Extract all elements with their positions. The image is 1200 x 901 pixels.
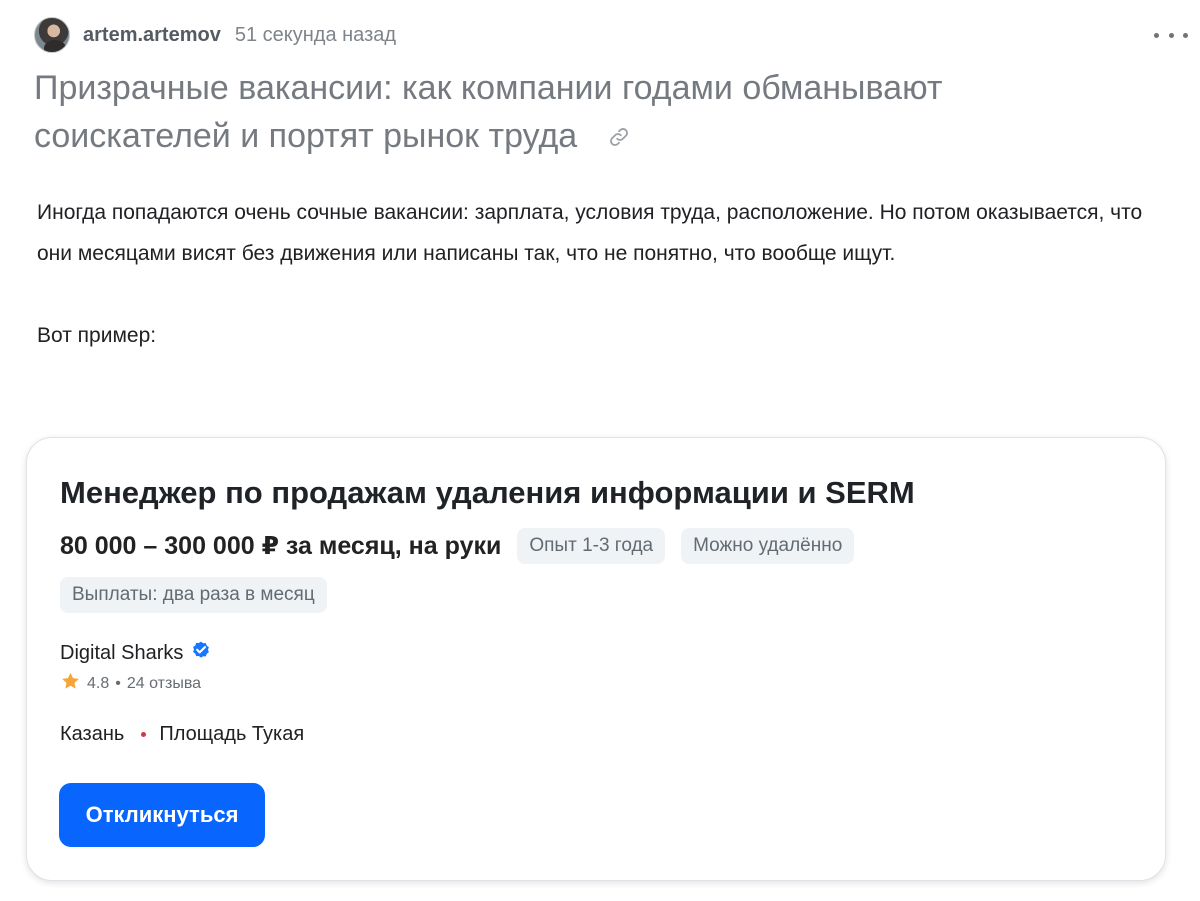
link-icon[interactable] [607,114,631,162]
company-row[interactable]: Digital Sharks [60,640,212,667]
job-card[interactable]: Менеджер по продажам удаления информации… [26,437,1166,881]
post-title-text: Призрачные вакансии: как компании годами… [34,69,943,155]
remote-work-tag: Можно удалённо [681,528,855,564]
payment-frequency-tag: Выплаты: два раза в месяц [60,577,327,613]
location-row: Казань Площадь Тукая [60,723,304,746]
company-rating: 4.8 [87,675,110,692]
rating-separator: • [115,675,121,692]
post-title: Призрачные вакансии: как компании годами… [34,64,1114,162]
more-options-button[interactable] [1154,21,1188,49]
rating-row[interactable]: 4.8 • 24 отзыва [60,671,201,697]
apply-button[interactable]: Откликнуться [59,783,265,847]
verified-badge-icon [190,640,212,667]
reviews-count[interactable]: 24 отзыва [127,675,201,693]
experience-tag: Опыт 1-3 года [517,528,666,564]
post-header: artem.artemov 51 секунда назад [34,14,1188,56]
more-options-dot-1 [1154,32,1159,38]
star-icon [60,671,81,697]
city: Казань [60,723,125,745]
company-name[interactable]: Digital Sharks [60,642,183,665]
author-name[interactable]: artem.artemov [83,24,221,47]
metro-station: Площадь Тукая [159,723,305,745]
example-label: Вот пример: [37,324,157,347]
job-title[interactable]: Менеджер по продажам удаления информации… [60,474,915,512]
post-timestamp: 51 секунда назад [234,23,397,46]
post-paragraph: Иногда попадаются очень сочные вакансии:… [37,201,1143,265]
salary-range: 80 000 – 300 000 ₽ за месяц, на руки [60,532,502,560]
more-options-dot-2 [1168,32,1174,38]
user-avatar[interactable] [34,17,70,53]
more-options-dot-3 [1183,32,1188,38]
salary-row: 80 000 – 300 000 ₽ за месяц, на руки Опы… [60,528,870,564]
metro-line-dot [141,732,147,737]
post-body: Иногда попадаются очень сочные вакансии:… [37,192,1157,356]
